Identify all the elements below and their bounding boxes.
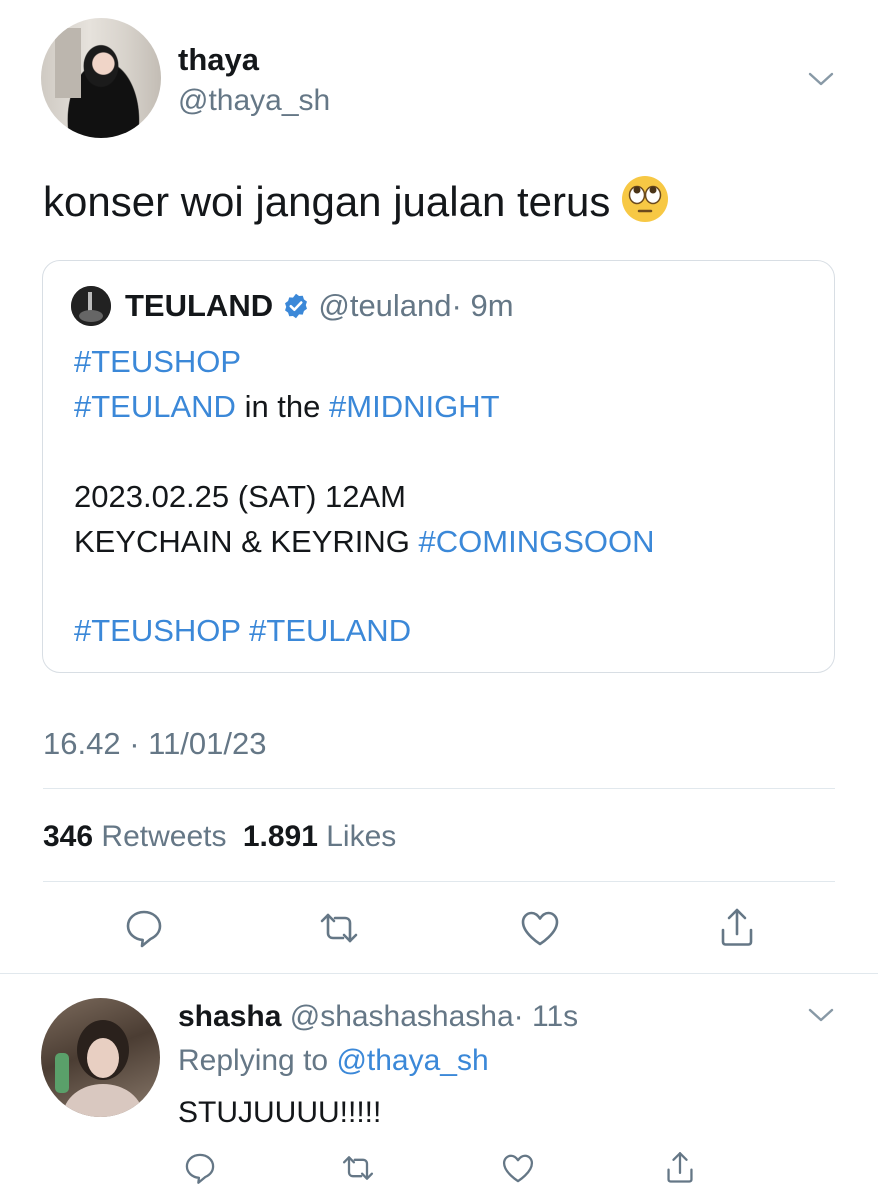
tweet-text: konser woi jangan jualan terus <box>43 176 669 226</box>
quoted-display-name[interactable]: TEULAND <box>125 288 273 323</box>
quoted-line-4-text: KEYCHAIN & KEYRING <box>74 524 410 559</box>
retweet-icon[interactable] <box>340 1150 376 1186</box>
likes-count[interactable]: 1.891 <box>243 820 318 853</box>
chevron-down-icon[interactable] <box>808 1008 834 1022</box>
author-display-name[interactable]: thaya <box>178 42 259 78</box>
reply-text: STUJUUUU!!!!! <box>178 1096 382 1129</box>
share-icon[interactable] <box>715 906 759 950</box>
divider <box>0 973 878 974</box>
quoted-author-avatar[interactable] <box>71 286 111 326</box>
tweet-timestamp: 16.42 · 11/01/23 <box>43 726 267 761</box>
reply-time: · 11s <box>513 1000 579 1033</box>
verified-badge-icon <box>284 293 307 319</box>
tweet-text-content: konser woi jangan jualan terus <box>43 178 611 225</box>
reply-display-name[interactable]: shasha <box>178 1000 281 1033</box>
divider <box>43 881 835 882</box>
likes-label[interactable]: Likes <box>326 820 396 853</box>
quoted-line-2-text: in the <box>244 389 321 424</box>
quoted-line-4: KEYCHAIN & KEYRING #COMINGSOON <box>74 524 655 560</box>
tweet-stats: 346 Retweets 1.891 Likes <box>43 820 396 854</box>
divider <box>43 788 835 789</box>
share-icon[interactable] <box>662 1150 698 1186</box>
quoted-header: TEULAND @teuland· 9m <box>125 288 514 324</box>
quoted-handle[interactable]: @teuland <box>318 288 451 323</box>
quoted-date-line: 2023.02.25 (SAT) 12AM <box>74 479 406 514</box>
reply-author-avatar[interactable] <box>41 998 160 1117</box>
replying-to-handle[interactable]: @thaya_sh <box>336 1044 488 1077</box>
quoted-time: · 9m <box>451 288 514 323</box>
author-handle[interactable]: @thaya_sh <box>178 84 330 118</box>
reply-header: shasha @shashashasha· 11s <box>178 1000 578 1034</box>
like-icon[interactable] <box>500 1150 536 1186</box>
quoted-hashtag-midnight[interactable]: #MIDNIGHT <box>329 389 500 424</box>
quoted-hashtag-teuland[interactable]: #TEULAND <box>74 389 236 424</box>
quoted-hashtags-footer[interactable]: #TEUSHOP #TEULAND <box>74 613 411 649</box>
rolling-eyes-emoji-icon <box>622 176 669 222</box>
reply-handle[interactable]: @shashashasha <box>290 1000 514 1033</box>
retweets-label[interactable]: Retweets <box>101 820 226 853</box>
replying-to-label: Replying to <box>178 1044 329 1077</box>
reply-icon[interactable] <box>122 906 166 950</box>
retweet-icon[interactable] <box>317 906 361 950</box>
reply-icon[interactable] <box>182 1150 218 1186</box>
chevron-down-icon[interactable] <box>808 72 834 86</box>
retweets-count[interactable]: 346 <box>43 820 93 853</box>
replying-to: Replying to @thaya_sh <box>178 1044 489 1078</box>
quoted-hashtag-comingsoon[interactable]: #COMINGSOON <box>419 524 655 559</box>
quoted-line-2: #TEULAND in the #MIDNIGHT <box>74 389 500 425</box>
like-icon[interactable] <box>518 906 562 950</box>
quoted-hashtag-teushop[interactable]: #TEUSHOP <box>74 344 241 380</box>
author-avatar[interactable] <box>41 18 161 138</box>
